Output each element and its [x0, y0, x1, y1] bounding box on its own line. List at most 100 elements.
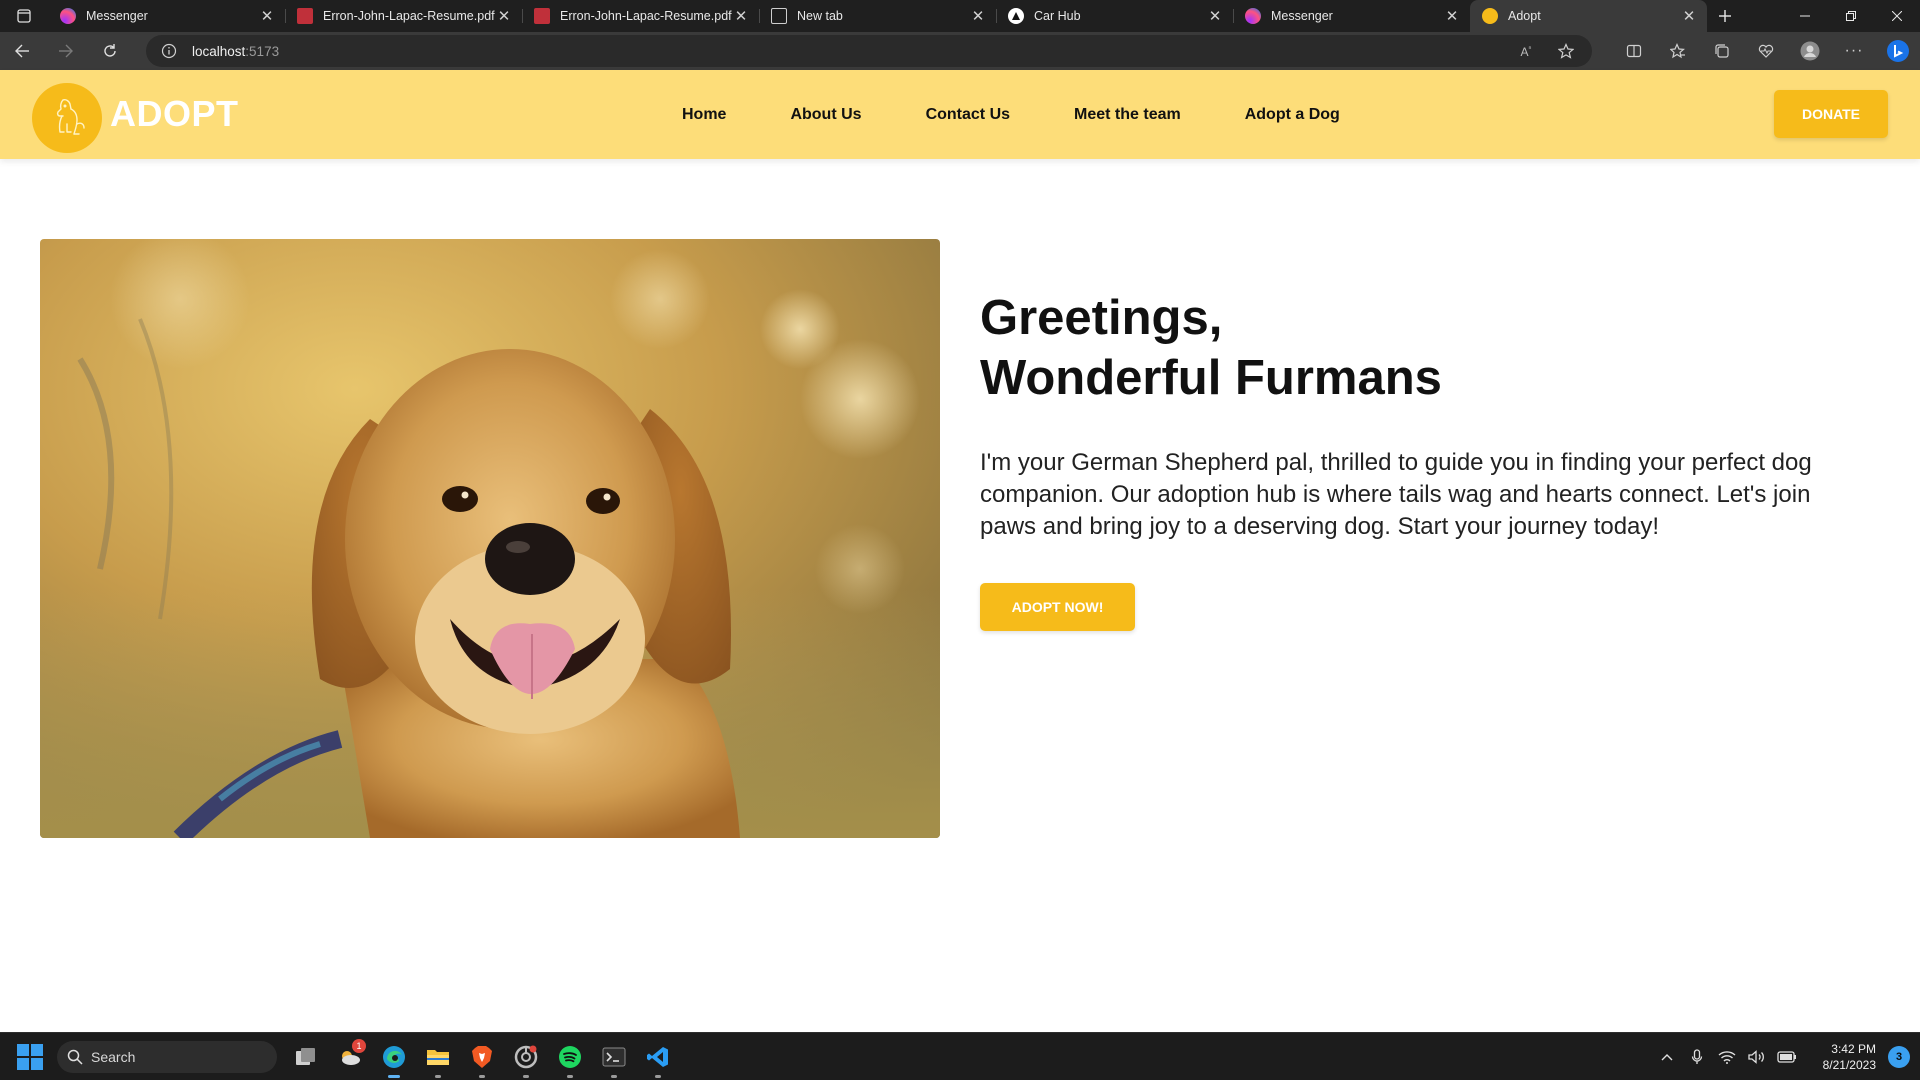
- hero-description: I'm your German Shepherd pal, thrilled t…: [980, 449, 1812, 540]
- hero-dog-photo: [40, 239, 940, 838]
- browser-tab-adopt[interactable]: Adopt ✕: [1470, 0, 1707, 32]
- browser-tab-messenger[interactable]: Messenger ✕: [48, 0, 285, 32]
- restore-button[interactable]: [1828, 0, 1874, 32]
- start-button[interactable]: [16, 1043, 44, 1071]
- favorite-button[interactable]: [1546, 35, 1586, 67]
- golden-retriever-photo: [40, 239, 940, 838]
- wifi-button[interactable]: [1712, 1033, 1742, 1080]
- browser-tab-new-tab[interactable]: New tab ✕: [759, 0, 996, 32]
- profile-avatar-icon: [1800, 41, 1820, 61]
- minimize-button[interactable]: [1782, 0, 1828, 32]
- notification-center-badge[interactable]: 3: [1888, 1046, 1910, 1068]
- close-icon[interactable]: ✕: [259, 8, 275, 25]
- nav-about-us[interactable]: About Us: [790, 106, 861, 124]
- car-hub-icon: [1008, 8, 1024, 24]
- profile-button[interactable]: [1788, 32, 1832, 70]
- close-icon[interactable]: ✕: [496, 8, 512, 25]
- split-screen-button[interactable]: [1612, 32, 1656, 70]
- read-aloud-button[interactable]: Aⁿ: [1506, 35, 1546, 67]
- close-icon[interactable]: ✕: [1444, 8, 1460, 25]
- copilot-button[interactable]: [1876, 32, 1920, 70]
- adopt-favicon: [1482, 8, 1498, 24]
- terminal-button[interactable]: [592, 1033, 636, 1080]
- address-bar[interactable]: localhost:5173 Aⁿ: [146, 35, 1592, 67]
- new-tab-button[interactable]: [1707, 0, 1743, 32]
- taskbar-clock[interactable]: 3:42 PM 8/21/2023: [1802, 1041, 1882, 1073]
- site-info-icon[interactable]: [160, 42, 178, 60]
- search-icon: [67, 1049, 83, 1065]
- tab-title: Messenger: [86, 9, 148, 23]
- browser-tab-messenger-2[interactable]: Messenger ✕: [1233, 0, 1470, 32]
- taskbar-search[interactable]: Search: [57, 1041, 277, 1073]
- read-aloud-icon: Aⁿ: [1520, 43, 1532, 59]
- volume-button[interactable]: [1742, 1033, 1772, 1080]
- clock-time: 3:42 PM: [1831, 1042, 1876, 1056]
- collections-button[interactable]: [1700, 32, 1744, 70]
- close-icon[interactable]: ✕: [1681, 8, 1697, 25]
- hero-title: Greetings, Wonderful Furmans: [980, 288, 1442, 408]
- spotify-button[interactable]: [548, 1033, 592, 1080]
- task-view-button[interactable]: [284, 1033, 328, 1080]
- browser-tab-resume-pdf-2[interactable]: Erron-John-Lapac-Resume.pdf ✕: [522, 0, 759, 32]
- windows-logo-icon: [17, 1044, 29, 1056]
- donate-button[interactable]: DONATE: [1774, 90, 1888, 138]
- star-icon: [1558, 43, 1574, 59]
- edge-icon: [383, 1046, 405, 1068]
- clock-date: 8/21/2023: [1822, 1058, 1876, 1072]
- browser-tab-car-hub[interactable]: Car Hub ✕: [996, 0, 1233, 32]
- nav-contact-us[interactable]: Contact Us: [926, 106, 1010, 124]
- task-view-icon: [296, 1048, 315, 1065]
- browser-tab-resume-pdf[interactable]: Erron-John-Lapac-Resume.pdf ✕: [285, 0, 522, 32]
- settings-more-button[interactable]: ···: [1832, 32, 1876, 70]
- microphone-button[interactable]: [1682, 1033, 1712, 1080]
- forward-button[interactable]: [44, 32, 88, 70]
- vscode-icon: [647, 1047, 668, 1067]
- show-hidden-icons-button[interactable]: [1652, 1033, 1682, 1080]
- wifi-icon: [1718, 1051, 1736, 1064]
- weather-widget-button[interactable]: 1: [328, 1033, 372, 1080]
- browser-essentials-button[interactable]: [1744, 32, 1788, 70]
- battery-button[interactable]: [1772, 1033, 1802, 1080]
- folder-icon: [427, 1050, 449, 1065]
- close-window-button[interactable]: [1874, 0, 1920, 32]
- window-controls: [1782, 0, 1920, 32]
- vscode-button[interactable]: [636, 1033, 680, 1080]
- nav-home[interactable]: Home: [682, 106, 726, 124]
- tab-title: New tab: [797, 9, 843, 23]
- site-logo-text[interactable]: ADOPT: [110, 93, 239, 135]
- messenger-icon: [60, 8, 76, 24]
- refresh-icon: [104, 44, 116, 57]
- edge-taskbar-button[interactable]: [372, 1033, 416, 1080]
- pdf-icon: [534, 8, 550, 24]
- toolbar-actions: ···: [1612, 32, 1920, 70]
- tab-title: Adopt: [1508, 9, 1541, 23]
- nav-meet-the-team[interactable]: Meet the team: [1074, 106, 1181, 124]
- taskbar-search-label: Search: [91, 1049, 136, 1065]
- back-button[interactable]: [0, 32, 44, 70]
- tab-title: Erron-John-Lapac-Resume.pdf: [323, 9, 495, 23]
- chrome-button[interactable]: [504, 1033, 548, 1080]
- close-icon[interactable]: ✕: [733, 8, 749, 25]
- tab-title: Messenger: [1271, 9, 1333, 23]
- pdf-icon: [297, 8, 313, 24]
- close-icon[interactable]: ✕: [970, 8, 986, 25]
- hero-title-line-1: Greetings,: [980, 291, 1223, 345]
- url-host: localhost: [192, 43, 246, 59]
- brave-icon: [472, 1046, 492, 1068]
- nav-adopt-a-dog[interactable]: Adopt a Dog: [1245, 106, 1340, 124]
- chevron-up-icon: [1661, 1054, 1673, 1061]
- close-icon[interactable]: ✕: [1207, 8, 1223, 25]
- adopt-now-button[interactable]: ADOPT NOW!: [980, 583, 1135, 631]
- url-port: :5173: [245, 43, 280, 59]
- file-explorer-button[interactable]: [416, 1033, 460, 1080]
- brave-button[interactable]: [460, 1033, 504, 1080]
- bing-icon: [1887, 40, 1909, 62]
- favorites-button[interactable]: [1656, 32, 1700, 70]
- site-logo[interactable]: [32, 83, 102, 153]
- more-icon: ···: [1844, 42, 1864, 59]
- browser-toolbar: localhost:5173 Aⁿ ···: [0, 32, 1920, 70]
- new-tab-icon: [771, 8, 787, 24]
- tab-actions-button[interactable]: [0, 0, 48, 32]
- refresh-button[interactable]: [88, 32, 132, 70]
- main-nav: Home About Us Contact Us Meet the team A…: [650, 70, 1372, 159]
